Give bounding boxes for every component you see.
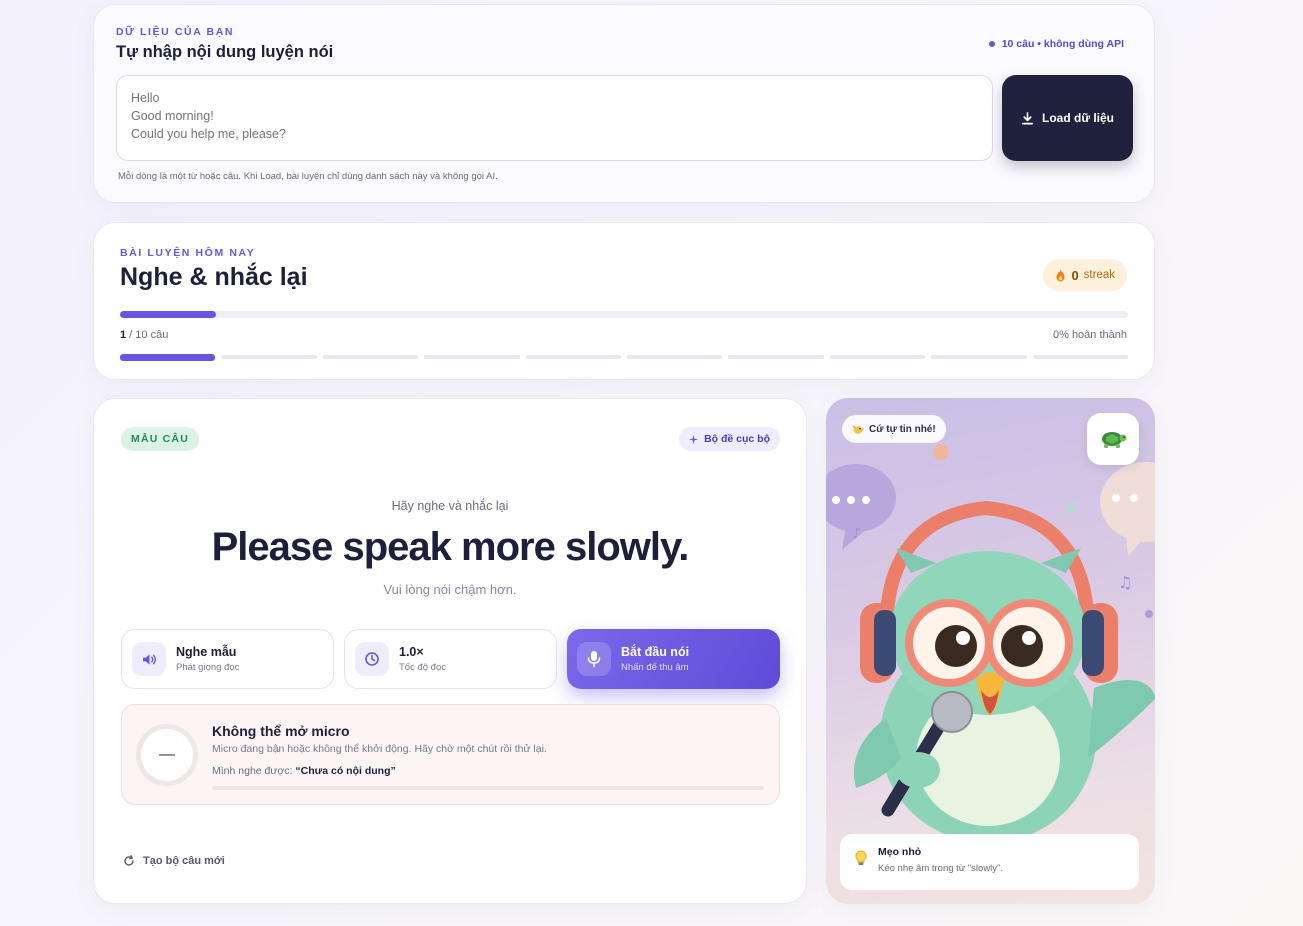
question-segment [931,355,1027,359]
lesson-eyebrow: BÀI LUYỆN HÔM NAY [120,247,256,259]
tip-text: Kéo nhẹ âm trong từ "slowly". [878,863,1004,874]
microphone-error-panel: — Không thể mở micro Micro đang bận hoặc… [121,704,780,805]
speak-sub: Nhấn để thu âm [621,662,689,673]
data-title: Tự nhập nội dung luyện nói [116,43,334,61]
svg-text:♫: ♫ [1118,573,1132,592]
error-title: Không thể mở micro [212,723,350,739]
progress-track [120,311,1128,318]
content-textarea[interactable] [116,75,993,161]
speed-label: 1.0× [399,645,424,659]
question-segment [627,355,723,359]
tip-title: Mẹo nhỏ [878,846,922,858]
mascot-card: ♫ ♪ Cứ tự tin nhé! Mẹo nhỏ Kéo nhẹ âm tr… [826,398,1155,904]
question-segment [829,355,926,359]
listen-label: Nghe mẫu [176,645,237,659]
question-segment [1032,355,1129,359]
tip-panel: Mẹo nhỏ Kéo nhẹ âm trong từ "slowly". [840,834,1139,890]
data-input-card: DỮ LIỆU CỦA BẠN Tự nhập nội dung luyện n… [93,4,1155,203]
local-set-label: Bộ đề cục bộ [704,433,770,445]
speaker-icon [132,642,166,676]
api-badge: 10 câu • không dùng API [988,38,1124,50]
fire-icon [1056,269,1065,281]
sparkle-icon [689,434,699,444]
bird-icon [852,424,864,434]
listen-sub: Phát giọng đọc [176,662,240,673]
new-set-label: Tạo bộ câu mới [143,855,225,867]
question-counter: 1 / 10 câu [120,329,168,341]
encouragement-text: Cứ tự tin nhé! [869,423,936,435]
sentence-tag: MẪU CÂU [121,427,199,451]
turtle-icon [1102,432,1127,448]
download-icon [1022,111,1033,124]
lesson-title: Nghe & nhắc lại [120,263,308,291]
heard-text: Mình nghe được: “Chưa có nội dung” [212,765,396,777]
question-segment [525,355,622,359]
completion-percent: 0% hoàn thành [1052,329,1127,341]
instruction-text: Hãy nghe và nhắc lại [391,499,509,513]
question-segment [728,355,824,359]
microphone-icon [577,642,611,676]
streak-count: 0 [1071,267,1079,283]
speak-label: Bắt đầu nói [621,645,690,659]
status-dot-icon [988,41,995,47]
question-segment [322,355,419,359]
heard-bar [212,786,764,790]
heard-value: “Chưa có nội dung” [295,765,396,777]
question-segment [221,355,317,359]
question-segment [120,354,216,361]
clock-icon [355,642,389,676]
encouragement-bubble: Cứ tự tin nhé! [842,415,946,443]
load-data-label: Load dữ liệu [1041,111,1115,125]
question-segments [120,354,1129,361]
score-ring: — [136,724,198,786]
streak-badge: 0 streak [1043,259,1127,291]
new-set-button[interactable]: Tạo bộ câu mới [123,855,225,867]
question-segment [424,355,520,359]
listen-sample-button[interactable]: Nghe mẫu Phát giọng đọc [121,629,334,689]
data-hint: Mỗi dòng là một từ hoặc câu. Khi Load, b… [118,171,498,182]
owl-mascot-illustration: ♫ ♪ [826,444,1155,843]
lightbulb-icon [855,850,867,865]
api-badge-label: 10 câu • không dùng API [1001,38,1124,50]
load-data-button[interactable]: Load dữ liệu [1002,75,1133,161]
sentence-translation: Vui lòng nói chậm hơn. [383,582,517,597]
target-sentence: Please speak more slowly. [211,525,690,569]
total-questions: / 10 câu [126,329,169,341]
svg-text:♪: ♪ [852,526,861,542]
progress-fill [120,311,216,318]
start-speaking-button[interactable]: Bắt đầu nói Nhấn để thu âm [567,629,780,689]
practice-card: MẪU CÂU Bộ đề cục bộ Hãy nghe và nhắc lạ… [93,398,807,904]
speed-sub: Tốc độ đọc [399,662,446,673]
speed-button[interactable]: 1.0× Tốc độ đọc [344,629,557,689]
data-eyebrow: DỮ LIỆU CỦA BẠN [116,26,235,38]
refresh-icon [124,855,134,866]
local-set-badge[interactable]: Bộ đề cục bộ [679,427,780,451]
heard-label: Mình nghe được: [212,765,293,777]
error-description: Micro đang bận hoặc không thể khởi động.… [212,743,547,755]
lesson-card: BÀI LUYỆN HÔM NAY Nghe & nhắc lại 0 stre… [93,222,1155,380]
slow-speed-button[interactable] [1087,413,1139,465]
streak-label: streak [1083,269,1115,281]
